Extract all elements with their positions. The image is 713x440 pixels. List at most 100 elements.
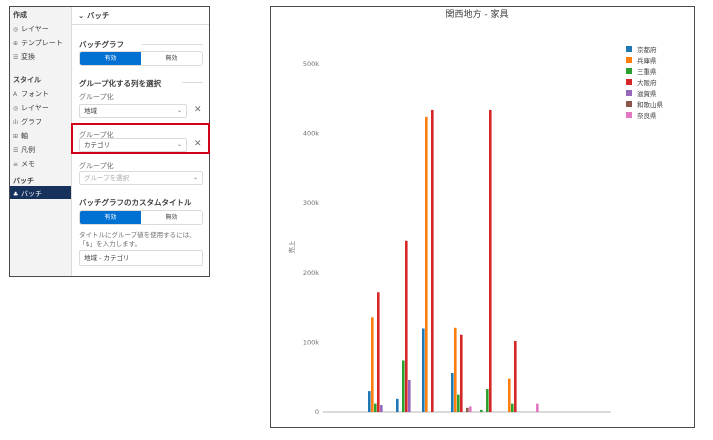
- group-select-1[interactable]: 地域 ⌄: [79, 104, 187, 118]
- nav-item[interactable]: ≡ メモ: [13, 159, 35, 169]
- highlight-box: [71, 123, 210, 154]
- legend-swatch: [626, 112, 632, 118]
- bar[interactable]: [377, 292, 380, 412]
- layer-icon: ◎: [13, 26, 19, 33]
- y-tick-label: 0: [315, 408, 319, 416]
- nav-item[interactable]: ♣ バッチ: [13, 189, 42, 199]
- section-header[interactable]: ⌄ バッチ: [78, 10, 109, 21]
- bar-chart: 関西地方 - 家具 売上 0 100k 200k 300k 400k 500k 京都府兵庫…: [287, 8, 664, 416]
- legend-swatch: [626, 68, 632, 74]
- legend-label[interactable]: 和歌山県: [637, 100, 664, 109]
- bar[interactable]: [425, 116, 428, 413]
- nav-item[interactable]: ☰ 変換: [13, 52, 35, 62]
- bar[interactable]: [536, 403, 539, 412]
- group-select-title: グループ化する列を選択: [79, 79, 162, 88]
- custom-title-off-button[interactable]: 無効: [141, 211, 202, 224]
- bar[interactable]: [454, 327, 457, 412]
- bar[interactable]: [374, 403, 377, 412]
- group-label-3: グループ化: [79, 162, 114, 170]
- legend-icon: ☰: [13, 147, 19, 154]
- section-header-label: バッチ: [86, 11, 110, 20]
- memo-icon: ≡: [13, 161, 19, 168]
- bar[interactable]: [480, 409, 483, 412]
- legend-swatch: [626, 46, 632, 52]
- chart-icon: ılı: [13, 119, 19, 126]
- legend-swatch: [626, 79, 632, 85]
- axis-icon: ⊞: [13, 133, 19, 140]
- nav-item[interactable]: A フォント: [13, 89, 49, 99]
- y-tick-label: 400k: [303, 130, 319, 138]
- nav-item-label: フォント: [21, 90, 49, 98]
- bar[interactable]: [368, 391, 371, 412]
- bar[interactable]: [486, 389, 489, 412]
- nav-item-label: 軸: [21, 132, 28, 140]
- sidebar-nav: 作成 ◎ レイヤー ⊕ テンプレート ☰ 変換 スタイル A フォント ◎ レイヤー ılı グラフ ⊞ 軸 ☰…: [10, 7, 72, 276]
- custom-title-toggle[interactable]: 有効 無効: [79, 210, 203, 225]
- bar[interactable]: [422, 328, 425, 412]
- layer-icon: ◎: [13, 105, 19, 112]
- batch-graph-off-button[interactable]: 無効: [141, 52, 202, 65]
- bar[interactable]: [460, 334, 463, 412]
- batch-graph-toggle[interactable]: 有効 無効: [79, 51, 203, 66]
- nav-item[interactable]: ⊕ テンプレート: [13, 38, 63, 48]
- remove-group-1-icon[interactable]: ✕: [194, 105, 202, 115]
- nav-section-title: バッチ: [13, 177, 34, 185]
- nav-section-title: 作成: [13, 11, 27, 19]
- nav-item-label: メモ: [21, 160, 35, 168]
- group-label-1: グループ化: [79, 93, 114, 101]
- legend-label[interactable]: 三重県: [637, 68, 657, 76]
- nav-item[interactable]: ☰ 凡例: [13, 145, 35, 155]
- bar[interactable]: [457, 394, 460, 412]
- legend-swatch: [626, 101, 632, 107]
- bar[interactable]: [511, 403, 514, 412]
- bar[interactable]: [469, 406, 472, 412]
- chart-title: 関西地方 - 家具: [446, 8, 509, 20]
- chevron-down-icon: ⌄: [78, 11, 85, 20]
- custom-title-heading: バッチグラフのカスタムタイトル: [79, 198, 192, 207]
- nav-section-title: スタイル: [13, 76, 41, 84]
- chart-container: 関西地方 - 家具 売上 0 100k 200k 300k 400k 500k 京都府 兵庫…: [270, 6, 695, 428]
- template-icon: ⊕: [13, 40, 19, 47]
- nav-item[interactable]: ◎ レイヤー: [13, 24, 49, 34]
- bar[interactable]: [396, 398, 399, 412]
- bar[interactable]: [402, 360, 405, 412]
- legend-label[interactable]: 大阪府: [637, 78, 657, 87]
- font-icon: A: [13, 91, 18, 98]
- custom-title-input-value: 地域 - カテゴリ: [84, 254, 130, 262]
- legend-label[interactable]: 京都府: [637, 45, 657, 54]
- nav-item-label: レイヤー: [21, 104, 49, 112]
- divider: [142, 44, 203, 45]
- batch-graph-on-button[interactable]: 有効: [80, 52, 141, 65]
- y-axis-label: 売上: [287, 240, 296, 254]
- y-tick-label: 100k: [303, 338, 319, 346]
- nav-item-label: 凡例: [21, 146, 35, 154]
- legend-label[interactable]: 兵庫県: [637, 56, 657, 65]
- bar[interactable]: [451, 373, 454, 412]
- group-select-3[interactable]: グループを選択 ⌄: [79, 171, 203, 185]
- bar[interactable]: [405, 240, 408, 412]
- y-tick-label: 200k: [303, 269, 319, 277]
- custom-title-input[interactable]: 地域 - カテゴリ: [79, 250, 203, 266]
- bar[interactable]: [508, 378, 511, 412]
- custom-title-on-button[interactable]: 有効: [80, 211, 141, 224]
- nav-item-label: テンプレート: [21, 39, 63, 47]
- legend-label[interactable]: 奈良県: [637, 111, 657, 120]
- bar[interactable]: [408, 379, 411, 412]
- bar[interactable]: [371, 317, 374, 412]
- batch-icon: ♣: [13, 191, 19, 198]
- bar[interactable]: [431, 109, 434, 412]
- bar[interactable]: [380, 405, 383, 412]
- bar[interactable]: [489, 109, 492, 412]
- divider: [72, 24, 209, 25]
- legend-label[interactable]: 滋賀県: [637, 89, 657, 98]
- y-tick-label: 500k: [303, 60, 319, 68]
- bar[interactable]: [466, 407, 469, 412]
- nav-item[interactable]: ılı グラフ: [13, 117, 42, 127]
- nav-item[interactable]: ⊞ 軸: [13, 131, 28, 141]
- chevron-down-icon: ⌄: [192, 174, 198, 181]
- nav-item-label: グラフ: [21, 118, 42, 126]
- nav-item[interactable]: ◎ レイヤー: [13, 103, 49, 113]
- nav-item-label: レイヤー: [21, 25, 49, 33]
- chevron-down-icon: ⌄: [176, 107, 182, 114]
- bar[interactable]: [514, 341, 517, 412]
